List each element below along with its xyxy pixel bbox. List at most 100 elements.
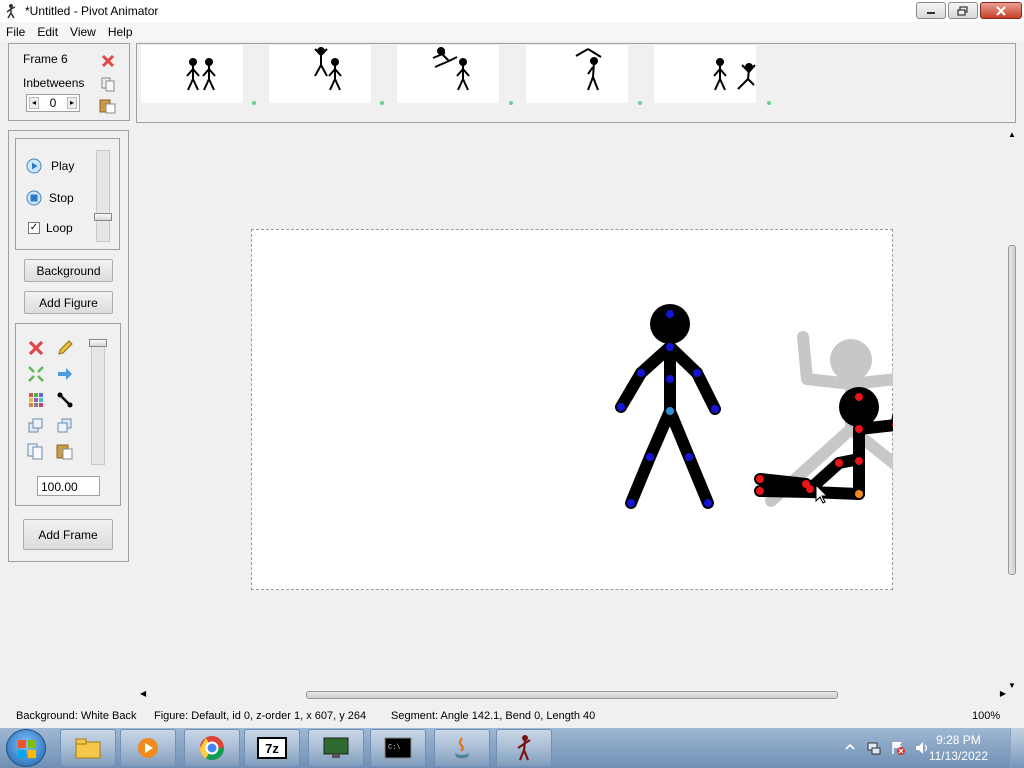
start-button[interactable] <box>6 729 46 767</box>
vertical-scrollbar[interactable]: ▲ ▼ <box>1006 130 1018 690</box>
frame-thumbnail[interactable] <box>526 45 628 103</box>
paste-figure-icon[interactable] <box>56 443 74 461</box>
show-hidden-icons-icon[interactable] <box>845 742 855 752</box>
menu-edit[interactable]: Edit <box>31 25 64 39</box>
figure-tools-group: 100.00 <box>15 323 121 506</box>
show-desktop-button[interactable] <box>1010 728 1024 768</box>
thumbnail-figures <box>314 47 342 91</box>
center-figure-icon[interactable] <box>27 365 45 383</box>
frame-marker <box>380 101 384 105</box>
frame-thumbnail[interactable] <box>269 45 371 103</box>
play-icon[interactable] <box>26 158 42 174</box>
flip-figure-icon[interactable] <box>56 365 74 383</box>
thumbnail-figures <box>575 48 602 91</box>
scroll-down-icon[interactable]: ▼ <box>1008 681 1016 690</box>
paste-frame-icon[interactable] <box>99 98 117 114</box>
thumbnail-figures <box>713 58 756 91</box>
horizontal-scrollbar[interactable]: ◀ ▶ <box>140 689 1006 701</box>
status-background: Background: White Back <box>16 710 137 722</box>
loop-checkbox[interactable]: ✓ <box>28 222 40 234</box>
svg-text:C:\: C:\ <box>388 744 401 752</box>
copy-frame-icon[interactable] <box>101 77 116 92</box>
frame-timeline <box>136 43 1016 123</box>
taskbar-java[interactable] <box>434 729 490 767</box>
copy-figure-icon[interactable] <box>27 443 45 461</box>
horizontal-scroll-thumb[interactable] <box>306 691 838 699</box>
volume-icon[interactable] <box>914 740 930 756</box>
inbetweens-label: Inbetweens <box>23 76 85 90</box>
taskbar-7zip[interactable]: 7z <box>244 729 300 767</box>
send-backward-icon[interactable] <box>56 417 74 435</box>
color-figure-icon[interactable] <box>27 391 45 409</box>
scroll-up-icon[interactable]: ▲ <box>1008 130 1016 139</box>
action-center-icon[interactable] <box>890 740 906 756</box>
taskbar-command-prompt[interactable]: C:\ <box>370 729 426 767</box>
taskbar-explorer[interactable] <box>60 729 116 767</box>
add-frame-button[interactable]: Add Frame <box>23 519 113 550</box>
stepper-increase-icon[interactable]: ▸ <box>67 97 77 109</box>
figure-scale-slider-handle[interactable] <box>89 339 107 347</box>
menu-file[interactable]: File <box>0 25 31 39</box>
svg-text:7z: 7z <box>265 741 279 756</box>
frame-thumbnail[interactable] <box>141 45 243 103</box>
tools-panel: Play Stop ✓ Loop Background Add Figure 1… <box>8 130 129 562</box>
speed-slider-handle[interactable] <box>94 213 112 221</box>
thumbnail-figures <box>432 47 470 91</box>
status-figure: Figure: Default, id 0, z-order 1, x 607,… <box>154 710 367 722</box>
pivot-animator-icon <box>517 735 531 761</box>
stepper-decrease-icon[interactable]: ◂ <box>29 97 39 109</box>
menu-help[interactable]: Help <box>102 25 139 39</box>
stage-figures <box>615 304 893 509</box>
join-segment-icon[interactable] <box>56 391 74 409</box>
scroll-right-icon[interactable]: ▶ <box>1000 689 1006 698</box>
edit-figure-icon[interactable] <box>56 339 74 357</box>
speed-slider[interactable] <box>94 150 112 242</box>
frame-info-panel: Frame 6 Inbetweens ◂ 0 ▸ <box>8 43 130 121</box>
loop-label: Loop <box>46 221 73 235</box>
command-prompt-icon: C:\ <box>384 737 412 759</box>
frame-marker <box>509 101 513 105</box>
frame-marker <box>252 101 256 105</box>
menu-view[interactable]: View <box>64 25 102 39</box>
minimize-button[interactable] <box>916 2 946 19</box>
folder-icon <box>75 738 101 759</box>
figure-scale-input[interactable]: 100.00 <box>37 476 100 496</box>
taskbar-chrome[interactable] <box>184 729 240 767</box>
stop-button[interactable]: Stop <box>49 191 74 205</box>
restore-icon <box>957 5 968 16</box>
taskbar: 7z C:\ 9:28 PM 11/13/2022 <box>0 728 1024 768</box>
close-window-button[interactable] <box>980 2 1022 19</box>
frame-thumbnail[interactable] <box>654 45 756 103</box>
taskbar-media-player[interactable] <box>120 729 176 767</box>
network-icon[interactable] <box>866 740 882 756</box>
vertical-scroll-thumb[interactable] <box>1008 245 1016 575</box>
inbetweens-stepper[interactable]: ◂ 0 ▸ <box>26 94 80 112</box>
clock-date: 11/13/2022 <box>928 749 988 763</box>
remote-desktop-icon <box>323 737 349 758</box>
scroll-left-icon[interactable]: ◀ <box>140 689 146 698</box>
figure-scale-slider[interactable] <box>89 339 107 465</box>
taskbar-pivot-animator[interactable] <box>496 729 552 767</box>
animation-stage[interactable] <box>251 229 893 590</box>
play-button[interactable]: Play <box>51 159 74 173</box>
bring-forward-icon[interactable] <box>27 417 45 435</box>
windows-logo-icon <box>18 740 36 758</box>
background-button[interactable]: Background <box>24 259 113 282</box>
system-clock[interactable]: 9:28 PM 11/13/2022 <box>929 732 988 764</box>
clock-time: 9:28 PM <box>936 733 981 747</box>
frame-marker <box>638 101 642 105</box>
frame-thumbnail[interactable] <box>397 45 499 103</box>
pivot-app-icon <box>6 4 16 19</box>
stop-icon[interactable] <box>26 190 42 206</box>
delete-frame-icon[interactable] <box>100 53 116 69</box>
thumbnail-figures <box>186 58 216 91</box>
inbetweens-value[interactable]: 0 <box>46 96 60 110</box>
status-zoom: 100% <box>972 710 1001 722</box>
restore-button[interactable] <box>948 2 978 19</box>
title-bar: *Untitled - Pivot Animator <box>0 0 1024 22</box>
taskbar-remote-desktop[interactable] <box>308 729 364 767</box>
add-figure-button[interactable]: Add Figure <box>24 291 113 314</box>
playback-group: Play Stop ✓ Loop <box>15 138 120 250</box>
delete-figure-icon[interactable] <box>27 339 45 357</box>
minimize-icon <box>927 11 935 14</box>
